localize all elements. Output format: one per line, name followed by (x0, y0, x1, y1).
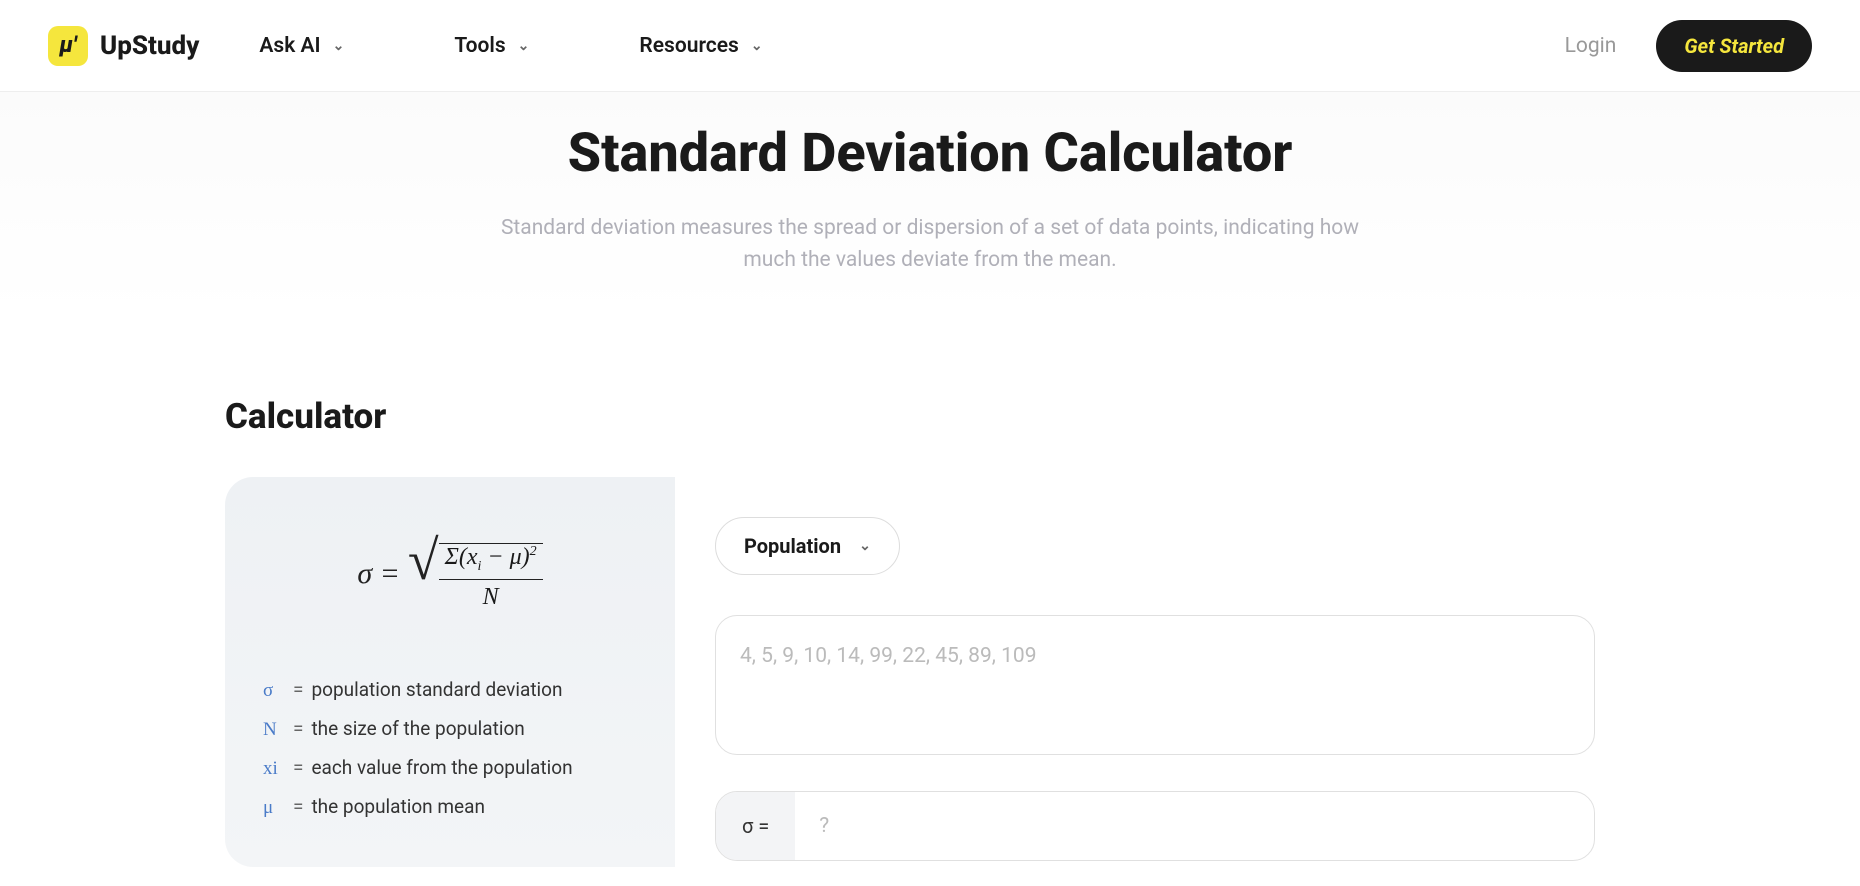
legend-symbol: N (263, 711, 285, 749)
page-title: Standard Deviation Calculator (0, 122, 1860, 185)
legend-row: μ = the population mean (263, 788, 637, 827)
nav-tools[interactable]: Tools ⌄ (454, 34, 529, 58)
calculator-card: σ = √ Σ(xi − μ)2 N σ = (225, 477, 1635, 867)
main-nav: Ask AI ⌄ Tools ⌄ Resources ⌄ (259, 34, 762, 58)
legend-text: the population mean (311, 788, 485, 826)
nav-label: Resources (639, 34, 738, 58)
formula-numerator: Σ(xi − μ)2 (439, 544, 543, 580)
login-link[interactable]: Login (1565, 34, 1617, 58)
logo-text: UpStudy (100, 31, 199, 61)
legend-equals: = (293, 749, 303, 787)
mode-label: Population (744, 534, 841, 558)
legend-text: each value from the population (311, 749, 572, 787)
legend-symbol: σ (263, 672, 285, 710)
mode-select[interactable]: Population ⌄ (715, 517, 900, 575)
result-row: σ = ? (715, 791, 1595, 861)
legend-symbol: μ (263, 789, 285, 827)
legend-equals: = (293, 788, 303, 826)
legend-equals: = (293, 671, 303, 709)
legend-row: N = the size of the population (263, 710, 637, 749)
nav-resources[interactable]: Resources ⌄ (639, 34, 762, 58)
nav-label: Tools (454, 34, 505, 58)
sqrt-icon: √ (408, 533, 439, 589)
content: Calculator σ = √ Σ(xi − μ)2 N (225, 316, 1635, 867)
formula-display: σ = √ Σ(xi − μ)2 N (263, 537, 637, 611)
legend-text: population standard deviation (311, 671, 562, 709)
data-input[interactable]: 4, 5, 9, 10, 14, 99, 22, 45, 89, 109 (715, 615, 1595, 755)
result-value[interactable]: ? (795, 792, 853, 860)
nav-ask-ai[interactable]: Ask AI ⌄ (259, 34, 344, 58)
legend-text: the size of the population (311, 710, 524, 748)
logo-icon: μ' (48, 26, 88, 66)
chevron-down-icon: ⌄ (751, 38, 763, 54)
legend-equals: = (293, 710, 303, 748)
formula-panel: σ = √ Σ(xi − μ)2 N σ = (225, 477, 675, 867)
section-title: Calculator (225, 396, 1635, 437)
legend-symbol: xi (263, 750, 285, 788)
legend-row: σ = population standard deviation (263, 671, 637, 710)
page-subtitle: Standard deviation measures the spread o… (480, 213, 1380, 276)
formula-lhs: σ = (357, 557, 400, 591)
calculator-inputs: Population ⌄ 4, 5, 9, 10, 14, 99, 22, 45… (675, 477, 1635, 867)
legend-row: xi = each value from the population (263, 749, 637, 788)
result-label: σ = (716, 792, 795, 860)
nav-label: Ask AI (259, 34, 320, 58)
chevron-down-icon: ⌄ (518, 38, 530, 54)
chevron-down-icon: ⌄ (333, 38, 345, 54)
logo[interactable]: μ' UpStudy (48, 26, 199, 66)
formula-denominator: N (483, 580, 499, 611)
header-right: Login Get Started (1565, 20, 1812, 72)
chevron-down-icon: ⌄ (859, 538, 871, 554)
header: μ' UpStudy Ask AI ⌄ Tools ⌄ Resources ⌄ … (0, 0, 1860, 92)
hero-section: Standard Deviation Calculator Standard d… (0, 92, 1860, 316)
formula-legend: σ = population standard deviation N = th… (263, 671, 637, 827)
get-started-button[interactable]: Get Started (1656, 20, 1812, 72)
